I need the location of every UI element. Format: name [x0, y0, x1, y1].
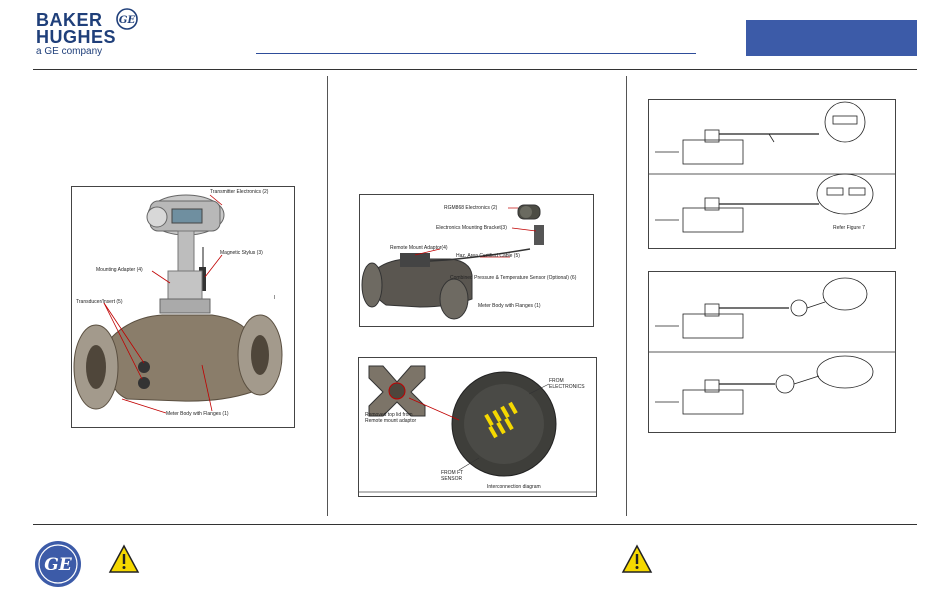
label-interconnection-diagram: Interconnection diagram	[487, 484, 541, 490]
ge-logo-text: GE	[44, 555, 73, 575]
figure-remote-mount: RGM868 Electronics (2) Electronics Mount…	[359, 194, 594, 327]
label-removed-lid: Removed top lid from Remote mount adapto…	[365, 412, 417, 424]
column-divider-right	[626, 76, 627, 516]
brand-name-line2: HUGHES	[36, 27, 117, 47]
label-transducer-insert: Transducer/Insert (5)	[76, 299, 123, 305]
figure-wiring-schematic-2	[648, 271, 896, 433]
label-mounting-bracket: Electronics Mounting Bracket(3)	[436, 225, 507, 231]
figure-wiring-schematic-1: Refer Figure 7	[648, 99, 896, 249]
label-meter-body: Meter Body with Flanges (1)	[166, 411, 229, 417]
ge-monogram-icon: GE	[116, 8, 138, 30]
brand-tagline: a GE company	[36, 46, 103, 57]
brand-logo: BAKER HUGHES a GE company	[36, 11, 117, 57]
label-from-electronics: FROM ELECTRONICS	[549, 378, 585, 390]
label-marker: I	[274, 295, 276, 301]
meter-assembly-illustration	[73, 194, 283, 414]
column-divider-left	[327, 76, 328, 516]
ge-logo-icon: GE	[35, 541, 81, 587]
warning-icon	[621, 544, 653, 573]
label-magnetic-stylus: Magnetic Stylus (3)	[220, 250, 263, 256]
label-rgm-electronics: RGM868 Electronics (2)	[444, 205, 498, 211]
wiring-schematic-2-illustration	[649, 277, 895, 415]
warning-icon	[108, 544, 140, 573]
figure-meter-assembly: Transmitter Electronics (2) Magnetic Sty…	[71, 186, 295, 428]
label-remote-mount-adaptor: Remote Mount Adaptor(4)	[390, 245, 448, 251]
title-underline	[256, 53, 696, 54]
ge-monogram-text: GE	[119, 15, 136, 26]
footer-rule	[33, 524, 917, 525]
remote-mount-illustration	[361, 204, 544, 320]
header-rule	[33, 69, 917, 70]
section-title-box	[746, 20, 917, 56]
label-transmitter-electronics: Transmitter Electronics (2)	[210, 189, 269, 195]
label-pressure-temp-sensor: Combined Pressure & Temperature Sensor (…	[450, 275, 577, 281]
figure-interconnection: Removed top lid from Remote mount adapto…	[358, 357, 597, 497]
label-cable: Haz. Area Certified Cable (5)	[456, 253, 520, 259]
label-meter-body-2: Meter Body with Flanges (1)	[478, 303, 541, 309]
label-mounting-adapter: Mounting Adapter (4)	[96, 267, 143, 273]
label-refer-figure: Refer Figure 7	[833, 225, 865, 231]
label-from-sensor: FROM FT SENSOR	[441, 470, 464, 482]
